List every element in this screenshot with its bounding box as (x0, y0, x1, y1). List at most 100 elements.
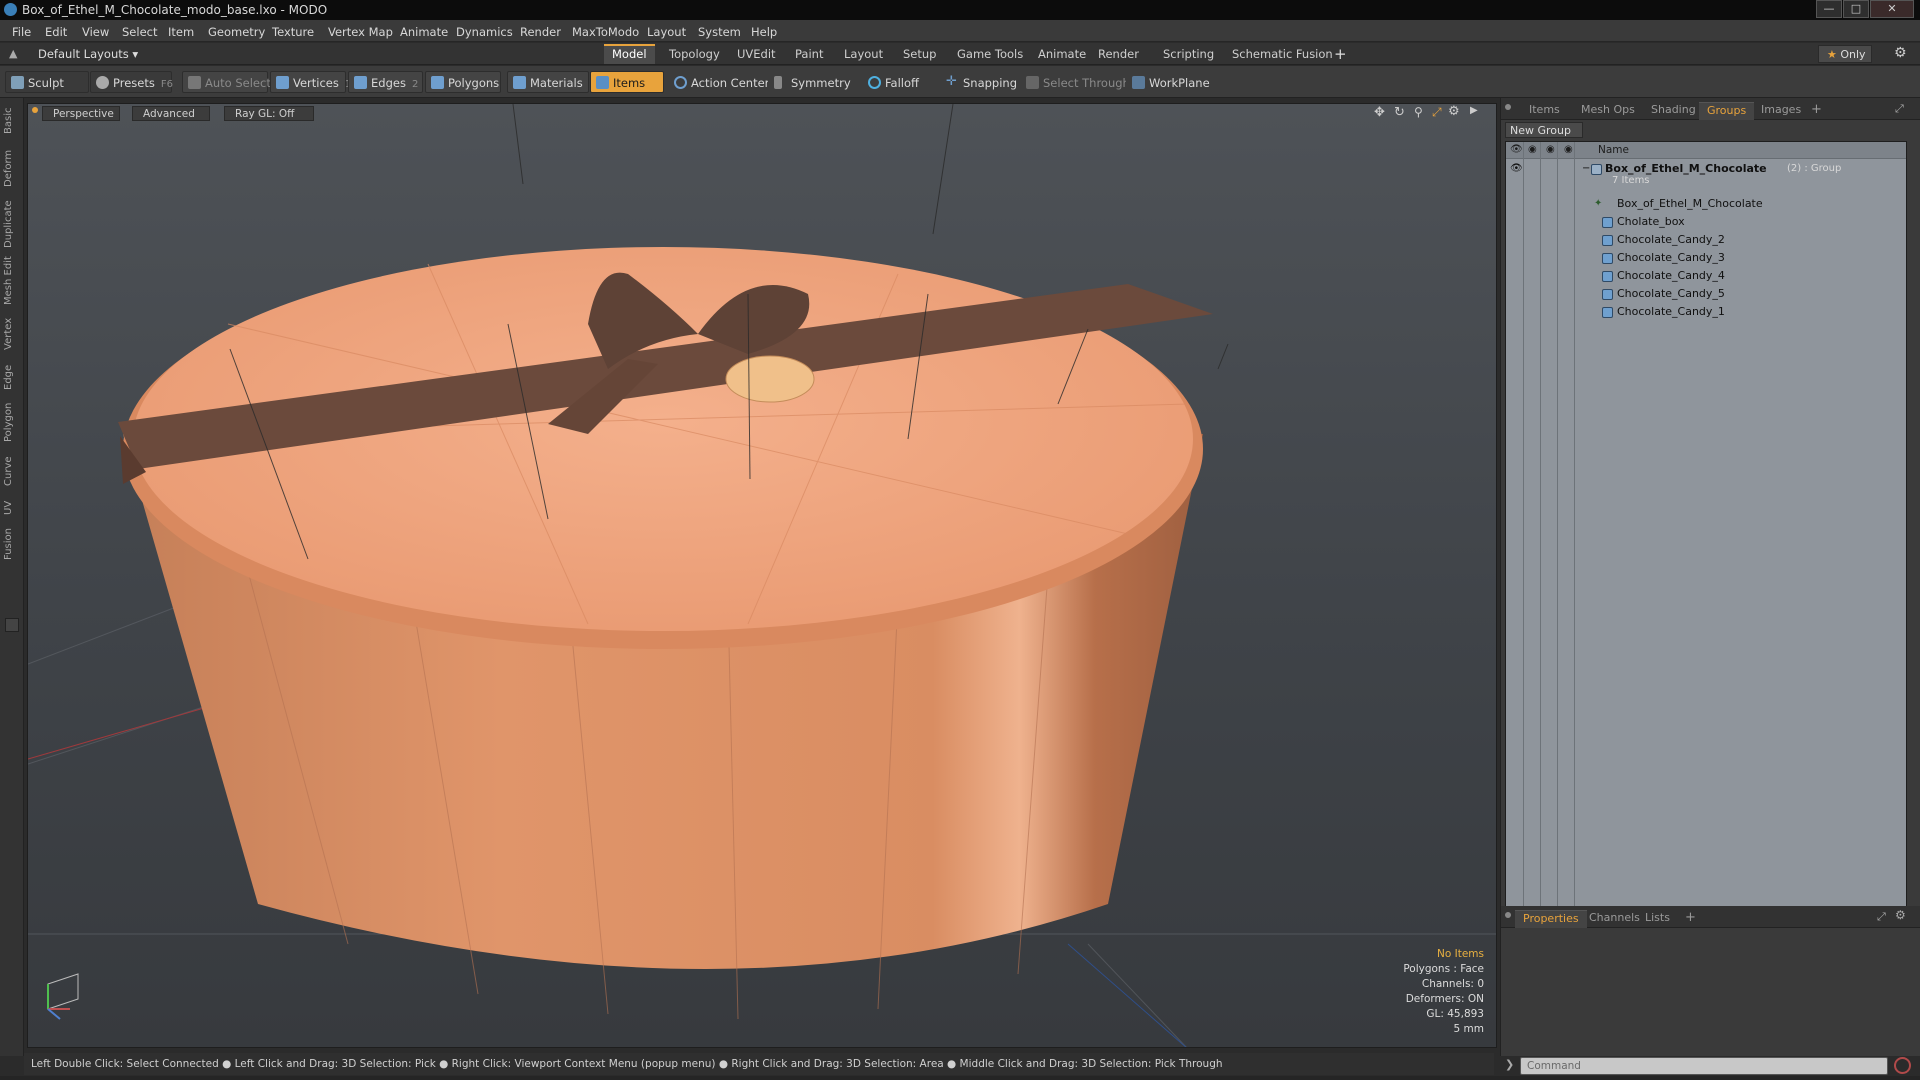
3d-viewport[interactable]: Perspective Advanced Ray GL: Off ✥ ↻ ⚲ ⤢… (27, 103, 1497, 1048)
menu-layout[interactable]: Layout (647, 25, 686, 39)
raygl-button[interactable]: Ray GL: Off (224, 106, 314, 121)
add-tab-button[interactable]: + (1334, 45, 1347, 63)
tab-shading[interactable]: Shading (1643, 102, 1704, 120)
tab-schematic-fusion[interactable]: Schematic Fusion (1224, 44, 1341, 64)
workplane-button[interactable]: WorkPlane (1126, 71, 1210, 93)
menu-maxtomodo[interactable]: MaxToModo (572, 25, 639, 39)
only-toggle[interactable]: ★ Only (1818, 45, 1872, 63)
sculpt-button[interactable]: Sculpt (5, 71, 89, 93)
render-toggle-icon[interactable]: ◉ (1528, 144, 1537, 155)
select-toggle-icon[interactable]: ◉ (1564, 144, 1573, 155)
list-item[interactable]: Chocolate_Candy_4 (1506, 267, 1906, 285)
menu-help[interactable]: Help (751, 25, 777, 39)
vtab-curve[interactable]: Curve (3, 454, 21, 488)
tab-images[interactable]: Images (1753, 102, 1809, 120)
lock-toggle-icon[interactable]: ◉ (1546, 144, 1555, 155)
vtab-uv[interactable]: UV (3, 498, 21, 518)
tab-render[interactable]: Render (1090, 44, 1147, 64)
tab-paint[interactable]: Paint (787, 44, 831, 64)
list-item[interactable]: ✦ Box_of_Ethel_M_Chocolate (1506, 195, 1906, 213)
tab-animate[interactable]: Animate (1030, 44, 1094, 64)
menu-system[interactable]: System (698, 25, 741, 39)
tab-scripting[interactable]: Scripting (1155, 44, 1222, 64)
shading-mode-button[interactable]: Advanced (132, 106, 210, 121)
tab-model[interactable]: Model (604, 44, 655, 64)
viewport-menu-icon[interactable] (32, 107, 38, 113)
properties-menu-icon[interactable] (1505, 912, 1511, 918)
vtab-polygon[interactable]: Polygon (3, 400, 21, 444)
vtab-fusion[interactable]: Fusion (3, 526, 21, 562)
layout-dropdown[interactable]: Default Layouts ▾ (38, 47, 138, 61)
tab-layout[interactable]: Layout (836, 44, 891, 64)
tab-topology[interactable]: Topology (661, 44, 728, 64)
edges-button[interactable]: Edges 2 (348, 71, 423, 93)
menu-texture[interactable]: Texture (272, 25, 314, 39)
vtab-duplicate[interactable]: Duplicate (3, 198, 21, 250)
list-item[interactable]: Chocolate_Candy_1 (1506, 303, 1906, 321)
select-through-button[interactable]: Select Through (1020, 71, 1130, 93)
list-item[interactable]: Chocolate_Candy_3 (1506, 249, 1906, 267)
tab-uvedit[interactable]: UVEdit (729, 44, 784, 64)
menu-dynamics[interactable]: Dynamics (456, 25, 513, 39)
tab-setup[interactable]: Setup (895, 44, 944, 64)
maximize-button[interactable]: □ (1843, 0, 1869, 18)
items-button[interactable]: Items (590, 71, 664, 93)
vertices-button[interactable]: Vertices1 (270, 71, 351, 93)
maximize-viewport-icon[interactable]: ⤢ (1432, 105, 1442, 120)
new-group-button[interactable]: New Group (1505, 122, 1583, 138)
snapping-button[interactable]: ✛ Snapping (940, 71, 1017, 93)
list-item[interactable]: Chocolate_Candy_2 (1506, 231, 1906, 249)
menu-geometry[interactable]: Geometry (208, 25, 265, 39)
command-input[interactable]: Command (1520, 1057, 1888, 1075)
menu-file[interactable]: File (12, 25, 31, 39)
vtab-mesh-edit[interactable]: Mesh Edit (3, 256, 21, 306)
rotate-icon[interactable]: ↻ (1394, 105, 1405, 120)
auto-select-button[interactable]: Auto Select (182, 71, 271, 93)
tab-mesh-ops[interactable]: Mesh Ops (1573, 102, 1643, 120)
close-button[interactable]: ✕ (1870, 0, 1914, 18)
tab-game-tools[interactable]: Game Tools (949, 44, 1031, 64)
action-center-button[interactable]: Action Center (668, 71, 769, 93)
visibility-eye-icon[interactable]: 👁 (1510, 144, 1523, 155)
menu-item[interactable]: Item (168, 25, 194, 39)
tab-items[interactable]: Items (1521, 102, 1568, 120)
vtab-basic[interactable]: Basic (3, 106, 21, 136)
minimize-button[interactable]: — (1816, 0, 1842, 18)
vtab-deform[interactable]: Deform (3, 148, 21, 188)
list-item[interactable]: Cholate_box (1506, 213, 1906, 231)
properties-expand-icon[interactable]: ⤢ (1877, 910, 1886, 924)
record-icon[interactable] (1894, 1057, 1911, 1074)
viewport-settings-icon[interactable]: ⚙ (1448, 104, 1460, 119)
vtab-edge[interactable]: Edge (3, 362, 21, 392)
panel-menu-icon[interactable] (1505, 104, 1511, 110)
menu-vertex-map[interactable]: Vertex Map (328, 25, 393, 39)
falloff-button[interactable]: Falloff (862, 71, 922, 93)
vtab-vertex[interactable]: Vertex (3, 316, 21, 352)
properties-gear-icon[interactable]: ⚙ (1895, 908, 1906, 922)
menu-view[interactable]: View (82, 25, 109, 39)
settings-gear-icon[interactable]: ⚙ (1894, 45, 1907, 61)
presets-button[interactable]: Presets F6 (90, 71, 173, 93)
menu-edit[interactable]: Edit (45, 25, 67, 39)
add-properties-tab-button[interactable]: + (1677, 910, 1704, 928)
add-panel-tab-button[interactable]: + (1803, 102, 1830, 120)
materials-button[interactable]: Materials (507, 71, 589, 93)
pan-icon[interactable]: ✥ (1374, 105, 1385, 120)
list-item[interactable]: Chocolate_Candy_5 (1506, 285, 1906, 303)
symmetry-button[interactable]: Symmetry (768, 71, 851, 93)
groups-list[interactable]: 👁 ◉ ◉ ◉ Name 👁 − Box_of_Ethel_M_Chocolat… (1505, 141, 1907, 921)
menu-animate[interactable]: Animate (400, 25, 448, 39)
viewport-expand-icon[interactable]: ▶ (1470, 105, 1478, 116)
name-column-header[interactable]: Name (1598, 144, 1629, 156)
layout-arrow-icon[interactable]: ▲ (9, 47, 17, 60)
panel-expand-icon[interactable]: ⤢ (1895, 102, 1904, 116)
menu-select[interactable]: Select (122, 25, 157, 39)
panel-toggle-icon[interactable] (5, 618, 19, 632)
view-mode-button[interactable]: Perspective (42, 106, 120, 121)
polygons-button[interactable]: Polygons (425, 71, 501, 93)
tab-groups[interactable]: Groups (1699, 102, 1755, 120)
tab-properties[interactable]: Properties (1515, 910, 1587, 928)
tab-lists[interactable]: Lists (1637, 910, 1678, 928)
menu-render[interactable]: Render (520, 25, 561, 39)
zoom-icon[interactable]: ⚲ (1414, 105, 1423, 119)
